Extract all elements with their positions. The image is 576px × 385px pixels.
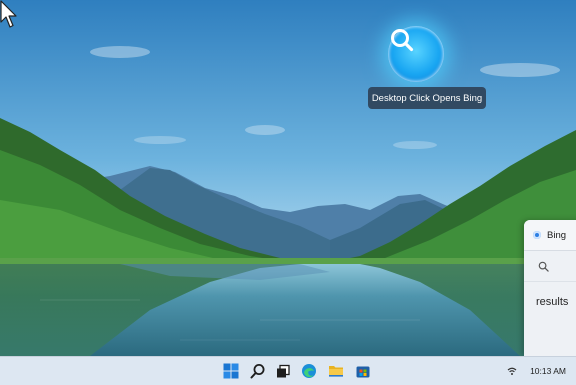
store-button[interactable] <box>354 362 372 380</box>
search-icon <box>391 29 414 52</box>
bing-logo-icon <box>533 231 541 239</box>
bing-panel[interactable]: Bing results <box>524 220 576 356</box>
edge-button[interactable] <box>300 362 318 380</box>
search-icon <box>250 364 265 379</box>
bing-panel-header: Bing <box>524 220 576 251</box>
windows-start-icon <box>223 363 239 379</box>
store-icon <box>356 366 370 378</box>
clock[interactable]: 10:13 AM <box>530 357 566 385</box>
task-view-button[interactable] <box>274 362 292 380</box>
desktop[interactable]: Desktop Click Opens Bing <box>0 0 576 356</box>
taskbar: 10:13 AM <box>0 356 576 385</box>
wallpaper <box>0 0 576 356</box>
mouse-pointer-icon <box>0 0 17 28</box>
file-explorer-button[interactable] <box>327 362 345 380</box>
bing-search-field[interactable] <box>524 251 576 282</box>
task-view-icon <box>277 364 290 378</box>
windows-start-button[interactable] <box>222 362 240 380</box>
search-orb-button[interactable] <box>388 26 444 82</box>
wifi-icon[interactable] <box>507 366 517 376</box>
bing-results: results <box>536 296 569 308</box>
taskbar-search-button[interactable] <box>249 362 267 380</box>
edge-icon <box>302 364 316 378</box>
search-icon <box>538 261 549 272</box>
tooltip: Desktop Click Opens Bing <box>368 87 486 109</box>
bing-panel-title: Bing <box>547 229 567 241</box>
file-explorer-icon <box>329 366 343 377</box>
